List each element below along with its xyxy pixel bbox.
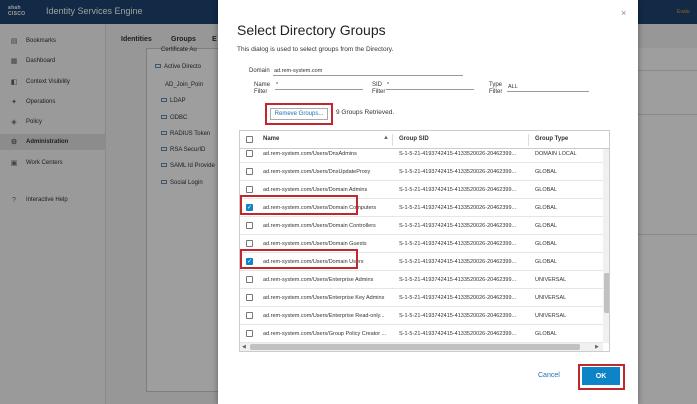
column-header-group-sid[interactable]: Group SID <box>399 136 429 142</box>
name-filter-input[interactable] <box>275 80 363 90</box>
table-row[interactable]: ✓ ad.rem-system.com/Users/Domain Users S… <box>240 253 603 271</box>
column-header-group-type[interactable]: Group Type <box>535 136 568 142</box>
domain-field[interactable] <box>273 66 463 76</box>
table-row[interactable]: ad.rem-system.com/Users/Domain Guests S-… <box>240 235 603 253</box>
directory-groups-table: Name ▲ Group SID Group Type ad.rem-syste… <box>239 130 610 352</box>
table-row[interactable]: ad.rem-system.com/Users/Enterprise Admin… <box>240 271 603 289</box>
scroll-left-icon[interactable]: ◀ <box>242 344 246 350</box>
cancel-button[interactable]: Cancel <box>538 372 560 379</box>
select-directory-groups-dialog: Select Directory Groups × This dialog is… <box>218 0 638 404</box>
table-row[interactable]: ad.rem-system.com/Users/DnsUpdateProxy S… <box>240 163 603 181</box>
type-filter-select[interactable] <box>507 82 589 92</box>
dialog-description: This dialog is used to select groups fro… <box>237 46 394 53</box>
scroll-right-icon[interactable]: ▶ <box>595 344 599 350</box>
row-checkbox[interactable] <box>246 240 253 247</box>
table-row[interactable]: ad.rem-system.com/Users/Enterprise Key A… <box>240 289 603 307</box>
table-row[interactable]: ad.rem-system.com/Users/DnsAdmins S-1-5-… <box>240 145 603 163</box>
row-checkbox[interactable] <box>246 186 253 193</box>
sid-filter-input[interactable] <box>386 80 474 90</box>
sort-ascending-icon[interactable]: ▲ <box>383 135 389 141</box>
domain-label: Domain <box>249 68 270 74</box>
name-filter-label: Name Filter <box>254 82 271 95</box>
row-checkbox[interactable] <box>246 150 253 157</box>
table-row[interactable]: ad.rem-system.com/Users/Group Policy Cre… <box>240 325 603 343</box>
vertical-scrollbar-thumb[interactable] <box>604 273 609 313</box>
vertical-scrollbar[interactable] <box>603 149 609 343</box>
horizontal-scrollbar[interactable]: ◀ ▶ <box>240 343 603 351</box>
row-checkbox[interactable] <box>246 330 253 337</box>
row-checkbox-checked[interactable]: ✓ <box>246 204 253 211</box>
ok-button[interactable]: OK <box>582 367 620 385</box>
type-filter-label: Type Filter <box>489 82 503 95</box>
row-checkbox[interactable] <box>246 168 253 175</box>
sid-filter-label: SID Filter <box>372 82 386 95</box>
table-row[interactable]: ad.rem-system.com/Users/Domain Admins S-… <box>240 181 603 199</box>
table-row[interactable]: ✓ ad.rem-system.com/Users/Domain Compute… <box>240 199 603 217</box>
groups-retrieved-count: 9 Groups Retrieved. <box>336 109 395 116</box>
remove-groups-button[interactable]: Remeve Groups... <box>270 108 328 120</box>
row-checkbox[interactable] <box>246 222 253 229</box>
close-icon[interactable]: × <box>621 8 626 18</box>
table-row[interactable]: ad.rem-system.com/Users/Domain Controlle… <box>240 217 603 235</box>
select-all-checkbox[interactable] <box>246 136 253 143</box>
horizontal-scrollbar-thumb[interactable] <box>250 344 580 350</box>
row-checkbox[interactable] <box>246 312 253 319</box>
column-header-name[interactable]: Name <box>263 136 279 142</box>
dialog-title: Select Directory Groups <box>237 22 386 38</box>
row-checkbox[interactable] <box>246 294 253 301</box>
table-row[interactable]: ad.rem-system.com/Users/Enterprise Read-… <box>240 307 603 325</box>
row-checkbox[interactable] <box>246 276 253 283</box>
row-checkbox-checked[interactable]: ✓ <box>246 258 253 265</box>
